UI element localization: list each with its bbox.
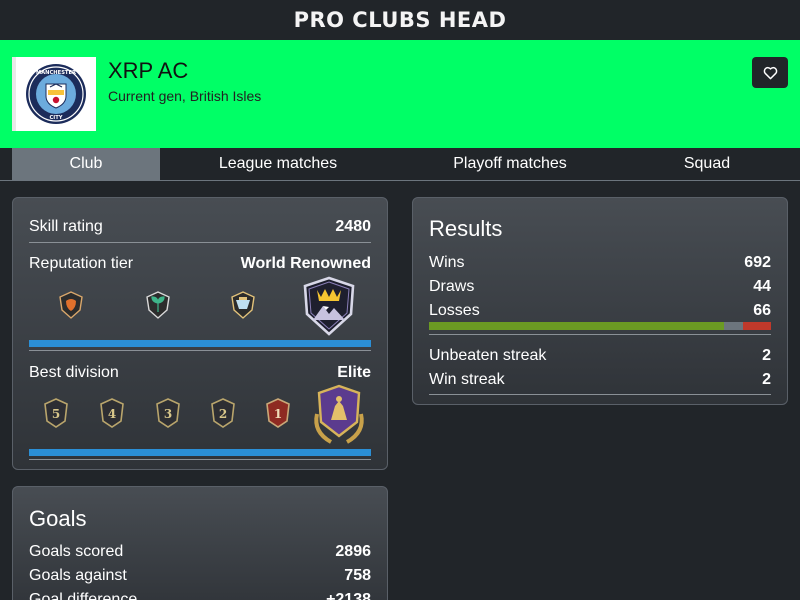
division-progress-bar — [29, 449, 371, 456]
goals-title: Goals — [29, 506, 87, 531]
division-badges: 5 4 3 2 1 — [29, 384, 371, 448]
goal-difference-row: Goal difference +2138 — [29, 591, 371, 600]
divider — [29, 459, 371, 460]
national-badge-icon — [231, 291, 255, 319]
svg-text:CITY: CITY — [49, 115, 62, 121]
elite-division-badge-icon — [314, 384, 364, 444]
best-division-row: Best division Elite — [29, 364, 371, 382]
reputation-badges — [29, 276, 371, 338]
crest-icon: MANCHESTER CITY — [26, 64, 86, 124]
win-streak-row: Win streak 2 — [429, 371, 771, 389]
draws-label: Draws — [429, 278, 475, 295]
results-bar-draws — [724, 322, 743, 330]
division-5-badge-icon: 5 — [44, 398, 68, 428]
goals-against-value: 758 — [344, 567, 371, 584]
losses-label: Losses — [429, 302, 480, 319]
svg-text:1: 1 — [274, 407, 282, 421]
reputation-value: World Renowned — [240, 255, 371, 272]
unbeaten-streak-value: 2 — [762, 347, 771, 364]
division-1-badge-icon: 1 — [266, 398, 290, 428]
draws-row: Draws 44 — [429, 278, 771, 296]
svg-text:3: 3 — [164, 407, 172, 421]
club-crest: MANCHESTER CITY — [12, 57, 96, 131]
svg-text:MANCHESTER: MANCHESTER — [36, 70, 76, 76]
favorite-button[interactable] — [752, 57, 788, 88]
skill-rating-value: 2480 — [335, 218, 371, 235]
win-streak-value: 2 — [762, 371, 771, 388]
club-subtitle: Current gen, British Isles — [108, 88, 262, 104]
club-banner: MANCHESTER CITY XRP AC Current gen, Brit… — [0, 40, 800, 148]
wins-label: Wins — [429, 254, 465, 271]
goals-against-row: Goals against 758 — [29, 567, 371, 585]
goals-scored-label: Goals scored — [29, 543, 124, 560]
app-title: PRO CLUBS HEAD — [293, 8, 507, 32]
losses-row: Losses 66 — [429, 302, 771, 320]
results-bar-losses — [742, 322, 771, 330]
tab-club[interactable]: Club — [12, 148, 160, 180]
wins-row: Wins 692 — [429, 254, 771, 272]
goal-difference-label: Goal difference — [29, 591, 138, 600]
reputation-label: Reputation tier — [29, 255, 134, 272]
unbeaten-streak-label: Unbeaten streak — [429, 347, 547, 364]
goals-scored-value: 2896 — [335, 543, 371, 560]
tab-league-matches[interactable]: League matches — [200, 148, 356, 180]
tab-squad[interactable]: Squad — [660, 148, 754, 180]
wins-value: 692 — [744, 254, 771, 271]
results-bar-wins — [429, 322, 725, 330]
division-4-badge-icon: 4 — [100, 398, 124, 428]
svg-text:5: 5 — [52, 407, 60, 421]
unbeaten-streak-row: Unbeaten streak 2 — [429, 347, 771, 365]
goal-difference-value: +2138 — [326, 591, 371, 600]
goals-card: Goals Goals scored 2896 Goals against 75… — [12, 486, 388, 600]
world-renowned-badge-icon — [303, 276, 355, 336]
club-name: XRP AC — [108, 58, 189, 83]
results-title: Results — [429, 216, 503, 241]
draws-value: 44 — [753, 278, 771, 295]
best-division-value: Elite — [337, 364, 371, 381]
reputation-row: Reputation tier World Renowned — [29, 255, 371, 273]
skill-rating-row: Skill rating 2480 — [29, 218, 371, 236]
win-streak-label: Win streak — [429, 371, 505, 388]
club-card: Skill rating 2480 Reputation tier World … — [12, 197, 388, 470]
divider — [429, 334, 771, 335]
reputation-progress-bar — [29, 340, 371, 347]
tab-playoff-matches[interactable]: Playoff matches — [430, 148, 590, 180]
divider — [29, 242, 371, 243]
svg-text:4: 4 — [108, 407, 116, 421]
losses-value: 66 — [753, 302, 771, 319]
best-division-label: Best division — [29, 364, 119, 381]
regional-badge-icon — [146, 291, 170, 319]
local-badge-icon — [59, 291, 83, 319]
tab-bar: Club League matches Playoff matches Squa… — [0, 148, 800, 181]
goals-scored-row: Goals scored 2896 — [29, 543, 371, 561]
division-3-badge-icon: 3 — [156, 398, 180, 428]
divider — [29, 350, 371, 351]
svg-text:2: 2 — [219, 407, 227, 421]
division-2-badge-icon: 2 — [211, 398, 235, 428]
divider — [429, 394, 771, 395]
top-bar: PRO CLUBS HEAD — [0, 0, 800, 40]
heart-icon — [763, 66, 777, 79]
skill-rating-label: Skill rating — [29, 218, 103, 235]
goals-against-label: Goals against — [29, 567, 127, 584]
results-card: Results Wins 692 Draws 44 Losses 66 Unbe… — [412, 197, 788, 405]
results-ratio-bar — [429, 322, 771, 330]
